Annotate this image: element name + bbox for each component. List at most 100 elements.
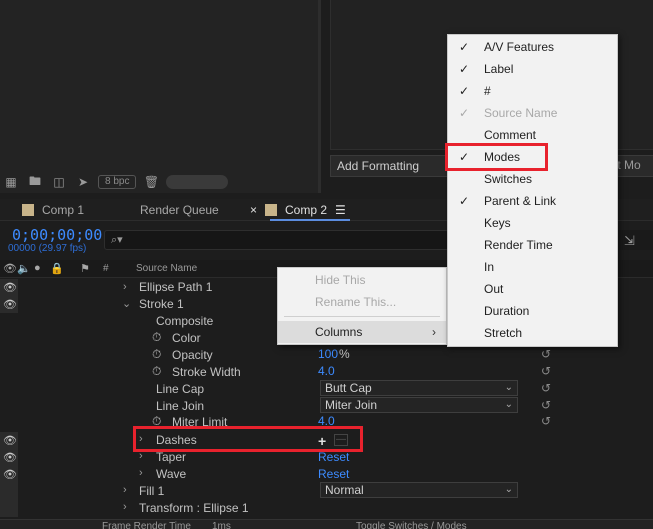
project-panel bbox=[0, 0, 320, 193]
chevron-down-icon: ⌄ bbox=[504, 382, 513, 393]
menu-item-label: Comment bbox=[484, 128, 537, 142]
menu-item-label: A/V Features bbox=[484, 40, 555, 54]
menu-item-hide-this[interactable]: Hide This bbox=[278, 269, 446, 291]
menu-item-rename-this[interactable]: Rename This... bbox=[278, 291, 446, 313]
checkmark-icon: ✓ bbox=[459, 106, 470, 120]
eye-cell[interactable] bbox=[0, 483, 18, 500]
bpc-button[interactable]: 8 bpc bbox=[98, 175, 137, 189]
interpret-footage-icon[interactable]: ▦ bbox=[2, 175, 20, 189]
menu-item-columns[interactable]: Columns › bbox=[278, 321, 446, 343]
tab-comp-2[interactable]: × Comp 2 ☰ bbox=[250, 199, 346, 221]
property-label[interactable]: Opacity bbox=[172, 348, 213, 362]
pickwhip-icon[interactable]: ↺ bbox=[541, 398, 551, 412]
chevron-down-icon: ⌄ bbox=[504, 484, 513, 495]
column-option-keys[interactable]: Keys bbox=[448, 212, 617, 234]
new-folder-icon[interactable]: 🖿 bbox=[26, 172, 44, 193]
menu-item-label: Switches bbox=[484, 172, 533, 186]
eye-icon[interactable]: 👁 bbox=[3, 468, 17, 481]
chevron-right-icon[interactable]: › bbox=[139, 467, 143, 479]
property-label[interactable]: Composite bbox=[156, 314, 213, 328]
opacity-value[interactable]: 100 bbox=[318, 347, 338, 361]
column-option-number[interactable]: ✓ # bbox=[448, 80, 617, 102]
column-option-av-features[interactable]: ✓ A/V Features bbox=[448, 36, 617, 58]
column-option-stretch[interactable]: Stretch bbox=[448, 322, 617, 344]
column-option-in[interactable]: In bbox=[448, 256, 617, 278]
eye-icon[interactable]: 👁 bbox=[3, 298, 17, 311]
audio-icon[interactable]: 🔈 bbox=[17, 262, 31, 275]
thumbnail-slider[interactable] bbox=[166, 175, 229, 189]
chevron-right-icon[interactable]: › bbox=[123, 484, 127, 496]
columns-submenu: ✓ A/V Features ✓ Label ✓ # ✓ Source Name Com… bbox=[447, 34, 618, 347]
menu-item-label: Render Time bbox=[484, 238, 553, 252]
eye-icon[interactable]: 👁 bbox=[3, 281, 17, 294]
fill-blend-mode-dropdown[interactable]: Normal ⌄ bbox=[320, 482, 518, 498]
tab-render-queue[interactable]: Render Queue bbox=[140, 199, 219, 221]
stopwatch-icon[interactable]: ⏱ bbox=[152, 330, 161, 345]
wave-reset-link[interactable]: Reset bbox=[318, 467, 349, 481]
current-time-display[interactable]: 0;00;00;00 bbox=[12, 226, 102, 244]
property-label[interactable]: Taper bbox=[156, 450, 186, 464]
toggle-switches-modes-button[interactable]: Toggle Switches / Modes bbox=[356, 521, 467, 529]
timeline-status-bar bbox=[0, 519, 653, 529]
property-label[interactable]: Color bbox=[172, 331, 201, 345]
column-option-parent-link[interactable]: ✓ Parent & Link bbox=[448, 190, 617, 212]
eye-icon[interactable]: 👁 bbox=[3, 434, 17, 447]
property-label[interactable]: Ellipse Path 1 bbox=[139, 280, 212, 294]
graph-editor-icon[interactable]: ⇲ bbox=[624, 233, 635, 249]
dashes-highlight-box bbox=[133, 426, 363, 452]
property-label[interactable]: Stroke Width bbox=[172, 365, 241, 379]
property-label[interactable]: Stroke 1 bbox=[139, 297, 184, 311]
chevron-down-icon: ⌄ bbox=[504, 399, 513, 410]
checkmark-icon: ✓ bbox=[459, 62, 470, 76]
taper-reset-link[interactable]: Reset bbox=[318, 450, 349, 464]
solo-icon[interactable]: ● bbox=[34, 262, 41, 274]
column-option-switches[interactable]: Switches bbox=[448, 168, 617, 190]
flowchart-icon[interactable]: ➤ bbox=[74, 175, 92, 189]
menu-separator bbox=[284, 316, 440, 317]
menu-item-label: Stretch bbox=[484, 326, 523, 340]
menu-item-label: # bbox=[484, 84, 491, 98]
property-label[interactable]: Wave bbox=[156, 467, 186, 481]
stroke-width-value[interactable]: 4.0 bbox=[318, 364, 335, 378]
column-option-render-time[interactable]: Render Time bbox=[448, 234, 617, 256]
line-join-dropdown[interactable]: Miter Join ⌄ bbox=[320, 397, 518, 413]
eye-icon[interactable]: 👁 bbox=[3, 451, 17, 464]
chevron-right-icon[interactable]: › bbox=[123, 281, 127, 293]
column-option-label[interactable]: ✓ Label bbox=[448, 58, 617, 80]
chevron-right-icon: › bbox=[432, 325, 436, 339]
dropdown-value: Miter Join bbox=[325, 398, 378, 412]
column-option-source-name[interactable]: ✓ Source Name bbox=[448, 102, 617, 124]
property-label[interactable]: Line Join bbox=[156, 399, 204, 413]
lock-icon[interactable]: 🔒 bbox=[50, 262, 64, 275]
property-label[interactable]: Fill 1 bbox=[139, 484, 164, 498]
label-tag-icon[interactable]: ⚑ bbox=[80, 262, 90, 275]
source-name-column-header[interactable]: Source Name bbox=[136, 263, 197, 274]
hash-column-header[interactable]: # bbox=[103, 263, 109, 274]
close-icon[interactable]: × bbox=[250, 199, 257, 221]
pickwhip-icon[interactable]: ↺ bbox=[541, 347, 551, 361]
layer-search-input[interactable]: ⌕▾ bbox=[104, 230, 449, 250]
eye-icon[interactable]: 👁 bbox=[3, 262, 17, 275]
menu-item-label: In bbox=[484, 260, 495, 274]
line-cap-dropdown[interactable]: Butt Cap ⌄ bbox=[320, 380, 518, 396]
property-label[interactable]: Line Cap bbox=[156, 382, 204, 396]
column-option-duration[interactable]: Duration bbox=[448, 300, 617, 322]
property-label[interactable]: Transform : Ellipse 1 bbox=[139, 501, 249, 515]
panel-divider[interactable] bbox=[318, 0, 321, 193]
stopwatch-icon[interactable]: ⏱ bbox=[152, 347, 161, 362]
stopwatch-icon[interactable]: ⏱ bbox=[152, 364, 161, 379]
pickwhip-icon[interactable]: ↺ bbox=[541, 381, 551, 395]
new-composition-icon[interactable]: ◫ bbox=[50, 175, 68, 189]
trash-icon[interactable]: 🗑 bbox=[142, 175, 160, 189]
chevron-right-icon[interactable]: › bbox=[123, 501, 127, 513]
column-option-out[interactable]: Out bbox=[448, 278, 617, 300]
label-swatch-icon bbox=[265, 204, 278, 216]
chevron-down-icon[interactable]: ⌄ bbox=[122, 297, 131, 310]
eye-cell[interactable] bbox=[0, 500, 18, 517]
checkmark-icon: ✓ bbox=[459, 40, 470, 54]
frame-rate-readout: 00000 (29.97 fps) bbox=[8, 243, 87, 254]
panel-menu-icon[interactable]: ☰ bbox=[335, 199, 346, 221]
pickwhip-icon[interactable]: ↺ bbox=[541, 364, 551, 378]
pickwhip-icon[interactable]: ↺ bbox=[541, 414, 551, 428]
tab-comp-1[interactable]: Comp 1 bbox=[22, 199, 84, 221]
